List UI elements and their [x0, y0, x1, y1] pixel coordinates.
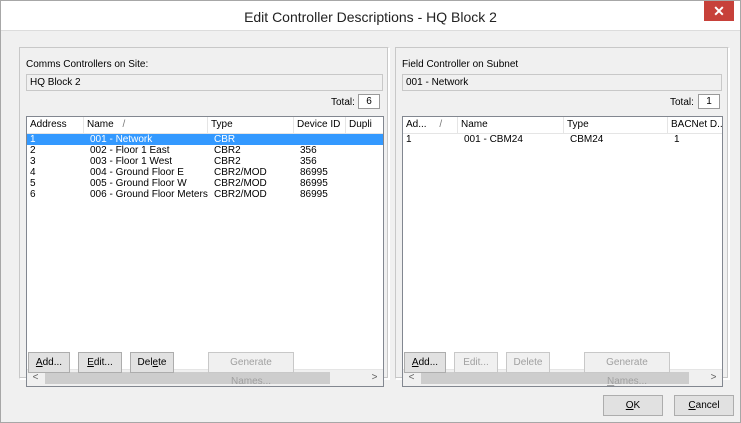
list-header: Ad... / Name Type BACNet D... — [403, 117, 722, 134]
column-duplicate[interactable]: Dupli — [346, 117, 383, 134]
cell-address: 3 — [30, 156, 36, 167]
cell-address: 2 — [30, 145, 36, 156]
scroll-right-icon[interactable]: > — [705, 370, 722, 386]
close-button[interactable]: ✕ — [704, 1, 734, 21]
cell-device-id: 86995 — [300, 178, 328, 189]
delete-label-end: te — [158, 357, 167, 368]
cell-type: CBR — [214, 134, 236, 145]
cell-name: 002 - Floor 1 East — [90, 145, 170, 156]
cell-device-id: 356 — [300, 145, 317, 156]
delete-button[interactable]: Delete — [130, 352, 174, 373]
ok-mnemonic: O — [625, 400, 634, 411]
right-total-label: Total: — [670, 97, 694, 108]
site-name-field: HQ Block 2 — [26, 74, 383, 91]
cell-address: 6 — [30, 189, 36, 200]
table-row[interactable]: 2 002 - Floor 1 East CBR2 356 — [27, 145, 383, 156]
column-name-label: Name — [87, 119, 114, 130]
table-row[interactable]: 1 001 - Network CBR — [27, 134, 383, 145]
add-mnemonic: A — [411, 357, 419, 368]
ok-button[interactable]: OK — [603, 395, 663, 416]
cell-address: 1 — [30, 134, 36, 145]
cell-type: CBR2/MOD — [214, 178, 267, 189]
sort-indicator-icon: / — [439, 119, 443, 130]
field-controllers-label: Field Controller on Subnet — [402, 59, 519, 70]
comms-controllers-label: Comms Controllers on Site: — [26, 59, 149, 70]
table-row[interactable]: 6 006 - Ground Floor Meters CBR2/MOD 869… — [27, 189, 383, 200]
left-total-label: Total: — [331, 97, 355, 108]
column-type[interactable]: Type — [564, 117, 668, 134]
list-header: Address Name / Type Device ID Dupli — [27, 117, 383, 134]
cell-device-id: 86995 — [300, 189, 328, 200]
cell-name: 001 - Network — [90, 134, 153, 145]
cell-type: CBR2 — [214, 156, 241, 167]
cell-address: 5 — [30, 178, 36, 189]
edit-button[interactable]: Edit... — [454, 352, 498, 373]
cell-type: CBR2 — [214, 145, 241, 156]
table-row[interactable]: 5 005 - Ground Floor W CBR2/MOD 86995 — [27, 178, 383, 189]
cell-name: 003 - Floor 1 West — [90, 156, 173, 167]
window-title: Edit Controller Descriptions - HQ Block … — [244, 9, 497, 25]
cell-bacnet-device: 1 — [674, 134, 680, 145]
delete-button[interactable]: Delete — [506, 352, 550, 373]
add-label: dd... — [42, 357, 63, 368]
sort-indicator-icon: / — [122, 119, 126, 130]
ok-label: K — [633, 400, 641, 411]
left-total-value: 6 — [358, 94, 380, 109]
generate-label-end: ames... — [614, 376, 648, 387]
cell-type: CBR2/MOD — [214, 167, 267, 178]
column-type[interactable]: Type — [208, 117, 294, 134]
cell-name: 006 - Ground Floor Meters — [90, 189, 208, 200]
field-controllers-list[interactable]: Ad... / Name Type BACNet D... 1 001 - CB… — [402, 116, 723, 387]
scroll-right-icon[interactable]: > — [366, 370, 383, 386]
column-name[interactable]: Name / — [84, 117, 208, 134]
add-label: dd... — [418, 357, 439, 368]
cancel-button[interactable]: Cancel — [674, 395, 734, 416]
right-total-value: 1 — [698, 94, 720, 109]
delete-label-start: Del — [137, 357, 153, 368]
column-address[interactable]: Ad... / — [403, 117, 458, 134]
edit-label: dit... — [93, 357, 113, 368]
cancel-label: ancel — [695, 400, 720, 411]
edit-button[interactable]: Edit... — [78, 352, 122, 373]
cell-type: CBR2/MOD — [214, 189, 267, 200]
dialog-window: Edit Controller Descriptions - HQ Block … — [0, 0, 741, 423]
cancel-mnemonic: C — [688, 400, 696, 411]
generate-names-button[interactable]: Generate Names... — [584, 352, 670, 387]
scrollbar-thumb[interactable] — [45, 372, 330, 384]
add-mnemonic: A — [35, 357, 43, 368]
close-icon: ✕ — [713, 3, 725, 19]
cell-device-id: 356 — [300, 156, 317, 167]
column-address[interactable]: Address — [27, 117, 84, 134]
table-row[interactable]: 1 001 - CBM24 CBM24 1 — [403, 134, 722, 145]
table-row[interactable]: 4 004 - Ground Floor E CBR2/MOD 86995 — [27, 167, 383, 178]
add-button[interactable]: Add... — [28, 352, 70, 373]
column-name[interactable]: Name — [458, 117, 564, 134]
field-controllers-panel: Field Controller on Subnet 001 - Network… — [395, 47, 729, 387]
right-horizontal-scrollbar[interactable]: < > — [403, 369, 722, 386]
title-bar: Edit Controller Descriptions - HQ Block … — [1, 1, 740, 31]
column-bacnet-device[interactable]: BACNet D... — [668, 117, 722, 134]
cell-name: 005 - Ground Floor W — [90, 178, 187, 189]
edit-mnemonic: E — [87, 357, 94, 368]
generate-names-button[interactable]: Generate Names... — [208, 352, 294, 387]
scrollbar-thumb[interactable] — [421, 372, 689, 384]
column-address-label: Ad... — [406, 119, 427, 130]
comms-controllers-panel: Comms Controllers on Site: HQ Block 2 To… — [19, 47, 389, 387]
cell-address: 1 — [406, 134, 412, 145]
cell-address: 4 — [30, 167, 36, 178]
column-device-id[interactable]: Device ID — [294, 117, 346, 134]
cell-device-id: 86995 — [300, 167, 328, 178]
cell-name: 001 - CBM24 — [464, 134, 523, 145]
comms-controllers-list[interactable]: Address Name / Type Device ID Dupli 1 00… — [26, 116, 384, 387]
cell-type: CBM24 — [570, 134, 604, 145]
subnet-name-field: 001 - Network — [402, 74, 722, 91]
generate-label-start: Generate — [606, 357, 648, 368]
table-row[interactable]: 3 003 - Floor 1 West CBR2 356 — [27, 156, 383, 167]
cell-name: 004 - Ground Floor E — [90, 167, 184, 178]
add-button[interactable]: Add... — [404, 352, 446, 373]
